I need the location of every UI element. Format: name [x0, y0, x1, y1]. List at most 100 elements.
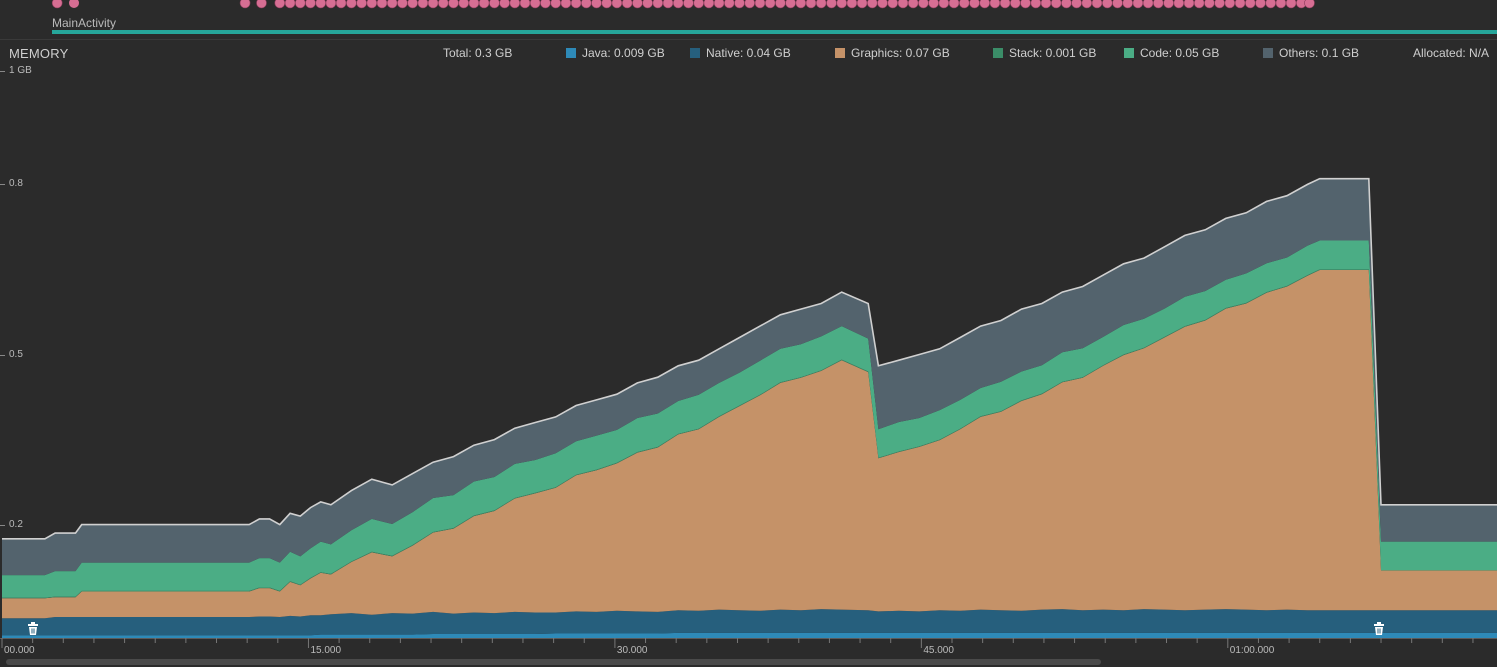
touch-event-icon[interactable] — [1050, 0, 1062, 9]
touch-event-icon[interactable] — [315, 0, 326, 9]
touch-event-icon[interactable] — [713, 0, 725, 9]
touch-event-icon[interactable] — [928, 0, 939, 9]
touch-event-icon[interactable] — [51, 0, 63, 9]
touch-event-icon[interactable] — [959, 0, 970, 9]
touch-event-icon[interactable] — [642, 0, 653, 9]
touch-event-icon[interactable] — [785, 0, 796, 9]
touch-event-icon[interactable] — [448, 0, 459, 9]
touch-event-icon[interactable] — [795, 0, 807, 9]
touch-event-icon[interactable] — [417, 0, 429, 9]
touch-event-icon[interactable] — [540, 0, 551, 9]
touch-event-icon[interactable] — [1163, 0, 1174, 9]
touch-event-icon[interactable] — [366, 0, 378, 9]
touch-event-icon[interactable] — [764, 0, 776, 9]
touch-event-icon[interactable] — [836, 0, 847, 9]
touch-event-icon[interactable] — [887, 0, 898, 9]
touch-event-icon[interactable] — [407, 0, 418, 9]
touch-event-icon[interactable] — [295, 0, 306, 9]
touch-event-icon[interactable] — [867, 0, 878, 9]
touch-event-icon[interactable] — [703, 0, 715, 9]
touch-event-icon[interactable] — [305, 0, 316, 9]
touch-event-icon[interactable] — [325, 0, 337, 9]
touch-event-icon[interactable] — [1020, 0, 1031, 9]
touch-event-icon[interactable] — [1122, 0, 1133, 9]
touch-event-icon[interactable] — [683, 0, 694, 9]
touch-event-icon[interactable] — [1224, 0, 1236, 9]
touch-event-icon[interactable] — [1091, 0, 1103, 9]
touch-event-icon[interactable] — [478, 0, 490, 9]
trash-icon[interactable] — [27, 622, 39, 636]
touch-event-icon[interactable] — [1255, 0, 1266, 9]
touch-event-icon[interactable] — [621, 0, 633, 9]
touch-event-icon[interactable] — [979, 0, 990, 9]
touch-event-icon[interactable] — [274, 0, 286, 9]
touch-event-icon[interactable] — [591, 0, 602, 9]
touch-event-icon[interactable] — [846, 0, 858, 9]
touch-event-icon[interactable] — [877, 0, 888, 9]
touch-event-icon[interactable] — [1153, 0, 1164, 9]
touch-event-icon[interactable] — [560, 0, 572, 9]
touch-event-icon[interactable] — [693, 0, 704, 9]
touch-event-icon[interactable] — [754, 0, 766, 9]
timeline-scrollbar-thumb[interactable] — [6, 659, 1101, 665]
activity-event-dot[interactable] — [69, 0, 79, 8]
touch-event-icon[interactable] — [672, 0, 684, 9]
touch-event-icon[interactable] — [805, 0, 817, 9]
touch-event-icon[interactable] — [376, 0, 388, 9]
touch-event-icon[interactable] — [519, 0, 531, 9]
trash-icon[interactable] — [1373, 622, 1385, 636]
touch-event-icon[interactable] — [1214, 0, 1225, 9]
touch-event-icon[interactable] — [1245, 0, 1256, 9]
touch-event-icon[interactable] — [1304, 0, 1315, 9]
touch-event-icon[interactable] — [744, 0, 755, 9]
touch-event-icon[interactable] — [1071, 0, 1082, 9]
touch-event-icon[interactable] — [489, 0, 500, 9]
touch-event-icon[interactable] — [1112, 0, 1123, 9]
activity-label[interactable]: MainActivity — [52, 16, 116, 30]
touch-event-icon[interactable] — [1081, 0, 1093, 9]
touch-event-icon[interactable] — [989, 0, 1001, 9]
touch-event-icon[interactable] — [427, 0, 439, 9]
touch-event-icon[interactable] — [1285, 0, 1297, 9]
touch-event-icon[interactable] — [1030, 0, 1042, 9]
touch-event-icon[interactable] — [335, 0, 347, 9]
touch-event-icon[interactable] — [1102, 0, 1113, 9]
touch-event-icon[interactable] — [1142, 0, 1154, 9]
touch-event-icon[interactable] — [775, 0, 786, 9]
memory-chart[interactable] — [0, 60, 1497, 638]
touch-event-icon[interactable] — [346, 0, 357, 9]
touch-event-icon[interactable] — [1183, 0, 1195, 9]
touch-event-icon[interactable] — [1193, 0, 1205, 9]
touch-event-icon[interactable] — [724, 0, 735, 9]
touch-event-icon[interactable] — [438, 0, 449, 9]
touch-event-icon[interactable] — [1265, 0, 1276, 9]
touch-event-icon[interactable] — [632, 0, 643, 9]
touch-event-icon[interactable] — [386, 0, 398, 9]
touch-event-icon[interactable] — [1275, 0, 1287, 9]
touch-event-icon[interactable] — [907, 0, 919, 9]
touch-event-icon[interactable] — [458, 0, 469, 9]
touch-event-icon[interactable] — [256, 0, 267, 9]
touch-event-icon[interactable] — [611, 0, 623, 9]
touch-event-icon[interactable] — [356, 0, 367, 9]
touch-event-icon[interactable] — [1132, 0, 1144, 9]
touch-event-icon[interactable] — [468, 0, 480, 9]
touch-event-icon[interactable] — [1204, 0, 1215, 9]
touch-event-icon[interactable] — [1061, 0, 1072, 9]
touch-event-icon[interactable] — [652, 0, 664, 9]
touch-event-icon[interactable] — [948, 0, 960, 9]
activity-lifecycle-bar[interactable] — [52, 30, 1497, 34]
touch-event-icon[interactable] — [1010, 0, 1021, 9]
touch-event-icon[interactable] — [938, 0, 950, 9]
touch-event-icon[interactable] — [826, 0, 837, 9]
touch-event-icon[interactable] — [662, 0, 674, 9]
touch-event-icon[interactable] — [1040, 0, 1052, 9]
touch-event-icon[interactable] — [918, 0, 929, 9]
touch-event-icon[interactable] — [999, 0, 1011, 9]
event-timeline[interactable] — [0, 0, 1497, 40]
touch-event-icon[interactable] — [601, 0, 612, 9]
touch-event-icon[interactable] — [734, 0, 745, 9]
touch-event-icon[interactable] — [815, 0, 827, 9]
touch-event-icon[interactable] — [239, 0, 251, 9]
touch-event-icon[interactable] — [529, 0, 541, 9]
